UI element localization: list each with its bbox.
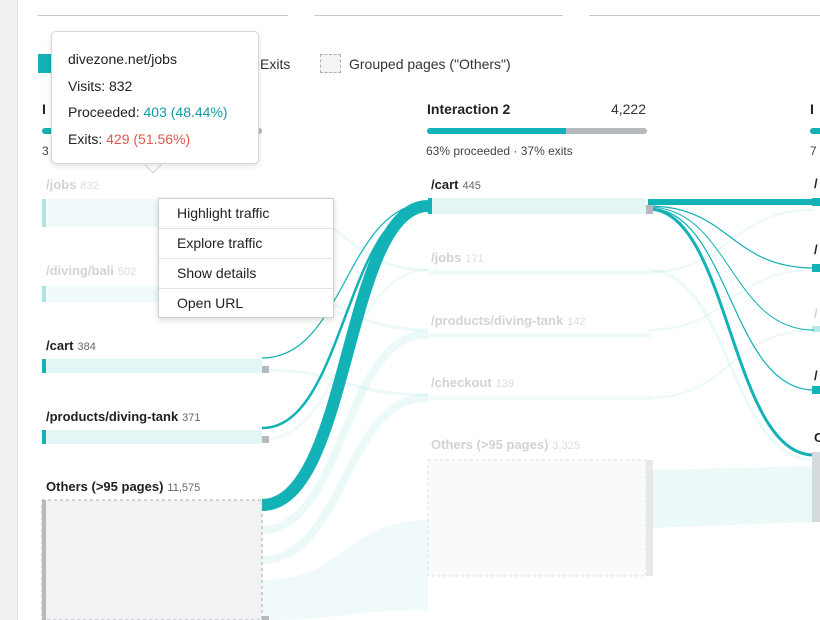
node-label-col3[interactable]: O bbox=[814, 430, 820, 445]
col2-meta: 63% proceeded · 37% exits bbox=[426, 144, 573, 158]
node-label-others[interactable]: Others (>95 pages) 11,575 bbox=[46, 479, 200, 494]
node-name: Others (>95 pages) bbox=[431, 437, 549, 452]
node-label-col3[interactable]: / bbox=[814, 176, 818, 191]
tooltip-exits-label: Exits: bbox=[68, 130, 103, 147]
tooltip-exits: Exits: 429 (51.56%) bbox=[68, 126, 242, 153]
node-label-jobs[interactable]: /jobs 171 bbox=[431, 250, 484, 265]
col2-progress bbox=[427, 128, 647, 134]
node-context-menu: Highlight traffic Explore traffic Show d… bbox=[158, 198, 334, 318]
legend-grouped: Grouped pages ("Others") bbox=[320, 54, 511, 73]
node-name: /jobs bbox=[46, 177, 77, 192]
tooltip-visits-label: Visits: bbox=[68, 77, 106, 94]
node-count: 502 bbox=[117, 266, 137, 278]
node-label-cart[interactable]: /cart 445 bbox=[431, 177, 481, 192]
node-name: Others (>95 pages) bbox=[46, 479, 164, 494]
grouped-swatch bbox=[320, 54, 341, 73]
col3-labels-clip: / / / / O bbox=[814, 170, 820, 460]
col2-progress-fill bbox=[427, 128, 566, 134]
node-name: /cart bbox=[431, 177, 459, 192]
node-count: 142 bbox=[567, 316, 586, 328]
node-label-products-diving-tank[interactable]: /products/diving-tank 371 bbox=[46, 409, 201, 424]
menu-item-highlight-traffic[interactable]: Highlight traffic bbox=[159, 199, 333, 229]
tooltip-proceeded: Proceeded: 403 (48.44%) bbox=[68, 99, 242, 126]
node-name: /checkout bbox=[431, 375, 492, 390]
menu-item-explore-traffic[interactable]: Explore traffic bbox=[159, 229, 333, 259]
tooltip-proceeded-label: Proceeded: bbox=[68, 104, 140, 120]
col1-meta: 3 bbox=[42, 144, 49, 158]
node-count: 832 bbox=[80, 180, 99, 192]
col3-progress bbox=[810, 128, 820, 134]
node-count: 371 bbox=[182, 412, 201, 424]
node-name: /diving/bali bbox=[46, 263, 114, 278]
col3-title: I bbox=[810, 101, 814, 117]
node-name: /cart bbox=[46, 338, 74, 353]
node-count: 384 bbox=[77, 341, 96, 353]
node-label-col3[interactable]: / bbox=[814, 306, 818, 321]
node-name: /jobs bbox=[431, 250, 462, 265]
node-label-diving-bali[interactable]: /diving/bali 502 bbox=[46, 263, 136, 278]
node-label-checkout[interactable]: /checkout 139 bbox=[431, 375, 514, 390]
col3-meta: 7 bbox=[810, 144, 817, 158]
tooltip-visits: Visits: 832 bbox=[68, 73, 242, 100]
node-count: 11,575 bbox=[167, 482, 201, 494]
col1-title: I bbox=[42, 101, 46, 117]
node-name: /products/diving-tank bbox=[46, 409, 179, 424]
grouped-legend-label: Grouped pages ("Others") bbox=[349, 55, 511, 72]
node-count: 445 bbox=[462, 180, 481, 192]
col3-header-clip: I 7 bbox=[810, 96, 820, 166]
node-label-others[interactable]: Others (>95 pages) 3,325 bbox=[431, 437, 580, 452]
node-label-col3[interactable]: / bbox=[814, 368, 818, 383]
tooltip-visits-value: 832 bbox=[108, 77, 133, 94]
node-label-col3[interactable]: / bbox=[814, 242, 818, 257]
node-label-products-diving-tank[interactable]: /products/diving-tank 142 bbox=[431, 313, 586, 328]
node-label-cart[interactable]: /cart 384 bbox=[46, 338, 96, 353]
col2-total: 4,222 bbox=[610, 101, 646, 117]
col3-progress-fill bbox=[810, 128, 820, 134]
node-count: 171 bbox=[465, 253, 484, 265]
tooltip-page: divezone.net/jobs bbox=[68, 51, 177, 67]
menu-item-show-details[interactable]: Show details bbox=[159, 259, 333, 289]
node-name: /products/diving-tank bbox=[431, 313, 564, 328]
tooltip-exits-value: 429 (51.56%) bbox=[106, 130, 191, 147]
node-count: 139 bbox=[495, 378, 515, 390]
node-tooltip: divezone.net/jobs Visits: 832 Proceeded:… bbox=[51, 31, 259, 164]
tooltip-proceeded-value: 403 (48.44%) bbox=[143, 104, 228, 120]
exits-legend-label: Exits bbox=[260, 55, 291, 72]
node-count: 3,325 bbox=[552, 440, 580, 452]
menu-item-open-url[interactable]: Open URL bbox=[159, 289, 333, 319]
node-label-jobs[interactable]: /jobs 832 bbox=[46, 177, 99, 192]
col2-title: Interaction 2 bbox=[427, 101, 511, 117]
